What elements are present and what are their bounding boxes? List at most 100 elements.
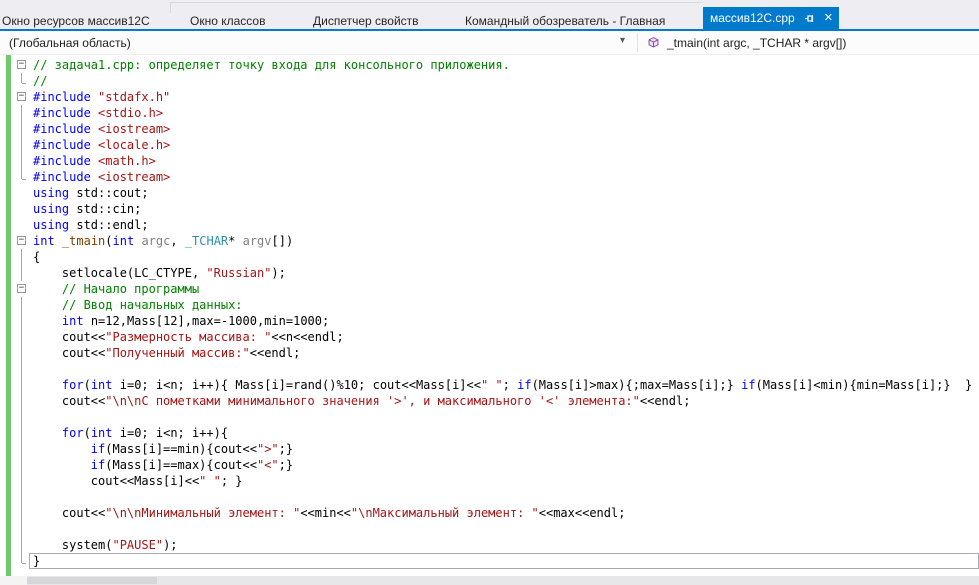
code-line[interactable] [15,409,979,425]
code-text: if(Mass[i]==min){cout<<">";} [29,441,979,457]
tab-separator [170,2,171,13]
code-line[interactable]: using std::cin; [15,201,979,217]
outline-guide [15,377,29,393]
code-text: { [29,249,979,265]
code-text: #include <math.h> [29,153,979,169]
code-area[interactable]: // задача1.cpp: определяет точку входа д… [15,57,979,569]
code-text: // задача1.cpp: определяет точку входа д… [29,57,979,73]
code-line[interactable]: } [15,553,979,569]
code-line[interactable]: system("PAUSE"); [15,537,979,553]
collapse-toggle-icon[interactable] [15,89,29,105]
code-line[interactable]: #include <locale.h> [15,137,979,153]
outline-guide [15,329,29,345]
tab-class-window[interactable]: Окно классов [190,14,265,28]
code-line[interactable]: #include <math.h> [15,153,979,169]
code-text: cout<<Mass[i]<<" "; } [29,473,979,489]
outline-guide [15,169,29,185]
code-line[interactable]: // [15,73,979,89]
tab-command-browser[interactable]: Командный обозреватель - Главная [465,14,665,28]
outline-guide [15,153,29,169]
document-tab-bar: Окно ресурсов массив12С Окно классов Дис… [0,0,979,31]
code-line[interactable]: // Начало программы [15,281,979,297]
code-text [29,489,979,505]
outline-guide [15,361,29,377]
outline-guide [15,537,29,553]
code-text: } [29,553,979,569]
code-line[interactable]: #include <stdio.h> [15,105,979,121]
code-line[interactable]: #include "stdafx.h" [15,89,979,105]
code-line[interactable]: cout<<"Размерность массива: "<<n<<endl; [15,329,979,345]
code-text: for(int i=0; i<n; i++){ [29,425,979,441]
tab-active-massiv12c[interactable]: массив12C.cpp ✕ [703,7,839,29]
outline-guide [15,505,29,521]
outline-guide [15,553,29,569]
code-line[interactable]: #include <iostream> [15,121,979,137]
code-line[interactable]: // задача1.cpp: определяет точку входа д… [15,57,979,73]
code-line[interactable]: cout<<"\n\nС пометками минимального знач… [15,393,979,409]
scrollbar-thumb[interactable] [27,577,157,584]
outline-guide [15,425,29,441]
outline-guide [15,121,29,137]
code-text: if(Mass[i]==max){cout<<"<";} [29,457,979,473]
scrollbar-corner [0,576,27,585]
code-editor[interactable]: // задача1.cpp: определяет точку входа д… [0,55,979,585]
code-text [29,521,979,537]
tab-property-manager[interactable]: Диспетчер свойств [313,14,419,28]
scope-dropdown[interactable]: (Глобальная область) ▾ [0,31,637,54]
code-text: int n=12,Mass[12],max=-1000,min=1000; [29,313,979,329]
navbar-separator [637,33,638,52]
code-text: // [29,73,979,89]
member-dropdown[interactable]: _tmain(int argc, _TCHAR * argv[]) [641,31,979,54]
code-line[interactable]: setlocale(LC_CTYPE, "Russian"); [15,265,979,281]
code-text: #include <iostream> [29,169,979,185]
outline-guide [15,313,29,329]
code-line[interactable]: if(Mass[i]==max){cout<<"<";} [15,457,979,473]
code-text [29,361,979,377]
code-line[interactable]: if(Mass[i]==min){cout<<">";} [15,441,979,457]
code-text [29,409,979,425]
method-cube-icon [647,36,660,49]
chevron-down-icon[interactable]: ▾ [620,35,625,46]
code-line[interactable]: using std::endl; [15,217,979,233]
code-text: #include <stdio.h> [29,105,979,121]
code-line[interactable]: for(int i=0; i<n; i++){ [15,425,979,441]
outline-guide [15,393,29,409]
code-line[interactable]: int n=12,Mass[12],max=-1000,min=1000; [15,313,979,329]
outline-guide [15,489,29,505]
code-text: for(int i=0; i<n; i++){ Mass[i]=rand()%1… [29,377,979,393]
code-line[interactable]: #include <iostream> [15,169,979,185]
outline-margin [15,217,29,233]
code-text: int _tmain(int argc, _TCHAR* argv[]) [29,233,979,249]
outline-guide [15,345,29,361]
code-line[interactable]: using std::cout; [15,185,979,201]
code-line[interactable] [15,361,979,377]
horizontal-scrollbar[interactable] [0,576,979,585]
code-line[interactable] [15,489,979,505]
code-line[interactable]: int _tmain(int argc, _TCHAR* argv[]) [15,233,979,249]
close-icon[interactable]: ✕ [824,13,833,24]
code-text: system("PAUSE"); [29,537,979,553]
scope-dropdown-value: (Глобальная область) [9,36,131,50]
code-line[interactable]: cout<<Mass[i]<<" "; } [15,473,979,489]
collapse-toggle-icon[interactable] [15,57,29,73]
code-line[interactable] [15,521,979,537]
outline-guide [15,297,29,313]
collapse-toggle-icon[interactable] [15,233,29,249]
code-line[interactable]: // Ввод начальных данных: [15,297,979,313]
outline-guide [15,265,29,281]
pin-icon[interactable] [804,13,815,24]
code-text: // Начало программы [29,281,979,297]
code-line[interactable]: { [15,249,979,265]
tab-resource-window[interactable]: Окно ресурсов массив12С [2,14,150,28]
code-text: cout<<"\n\nС пометками минимального знач… [29,393,979,409]
code-text: cout<<"\n\nМинимальный элемент: "<<min<<… [29,505,979,521]
code-text: using std::cout; [29,185,979,201]
code-line[interactable]: cout<<"\n\nМинимальный элемент: "<<min<<… [15,505,979,521]
code-text: using std::endl; [29,217,979,233]
code-line[interactable]: cout<<"Полученный массив:"<<endl; [15,345,979,361]
outline-margin [15,201,29,217]
code-line[interactable]: for(int i=0; i<n; i++){ Mass[i]=rand()%1… [15,377,979,393]
navigation-bar: (Глобальная область) ▾ _tmain(int argc, … [0,31,979,55]
tab-top-hairline [170,2,703,3]
collapse-toggle-icon[interactable] [15,281,29,297]
